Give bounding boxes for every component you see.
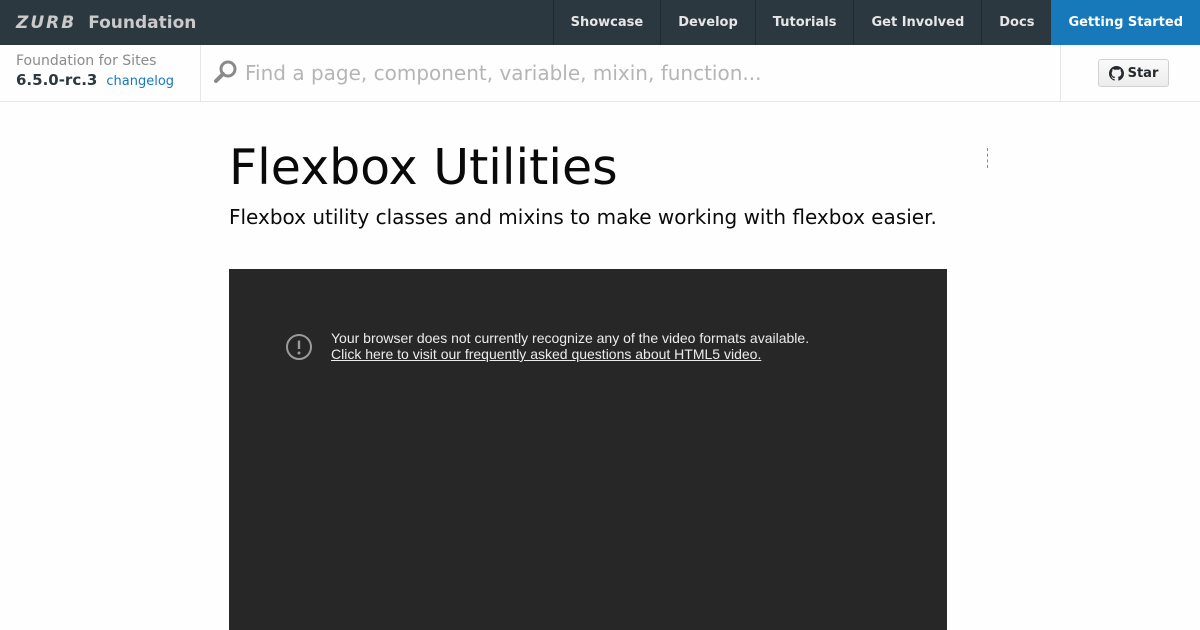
- search-icon: [214, 60, 237, 83]
- nav-get-involved[interactable]: Get Involved: [853, 0, 981, 45]
- top-navbar: ZURB Foundation Showcase Develop Tutoria…: [0, 0, 1200, 45]
- github-icon: [1108, 65, 1124, 81]
- video-fallback-message: Your browser does not currently recogniz…: [331, 330, 809, 362]
- page-subtitle: Flexbox utility classes and mixins to ma…: [229, 205, 937, 229]
- nav-docs[interactable]: Docs: [981, 0, 1051, 45]
- product-label: Foundation for Sites: [16, 53, 157, 69]
- nav-showcase[interactable]: Showcase: [552, 0, 661, 45]
- html5-video-faq-link[interactable]: Click here to visit our frequently asked…: [331, 346, 809, 362]
- search-input[interactable]: [245, 55, 1045, 91]
- nav-develop[interactable]: Develop: [660, 0, 755, 45]
- search-bar: [201, 45, 1061, 101]
- version-number: 6.5.0-rc.3: [16, 71, 98, 89]
- toc-marker: [987, 148, 989, 168]
- brand-name: Foundation: [88, 12, 197, 33]
- video-error-text: Your browser does not currently recogniz…: [331, 330, 810, 346]
- changelog-link[interactable]: changelog: [106, 74, 174, 89]
- version-box: Foundation for Sites 6.5.0-rc.3 changelo…: [0, 45, 201, 101]
- nav-tutorials[interactable]: Tutorials: [754, 0, 854, 45]
- alert-icon: [286, 334, 312, 360]
- main-nav: Showcase Develop Tutorials Get Involved …: [552, 0, 1200, 45]
- sub-header: Foundation for Sites 6.5.0-rc.3 changelo…: [0, 45, 1200, 102]
- nav-getting-started[interactable]: Getting Started: [1051, 0, 1200, 45]
- star-label: Star: [1127, 65, 1159, 81]
- brand[interactable]: ZURB Foundation: [16, 0, 196, 45]
- video-player[interactable]: Your browser does not currently recogniz…: [229, 269, 947, 630]
- page-title: Flexbox Utilities: [229, 139, 618, 196]
- github-star-button[interactable]: Star: [1098, 59, 1169, 87]
- zurb-logo: ZURB: [16, 12, 77, 33]
